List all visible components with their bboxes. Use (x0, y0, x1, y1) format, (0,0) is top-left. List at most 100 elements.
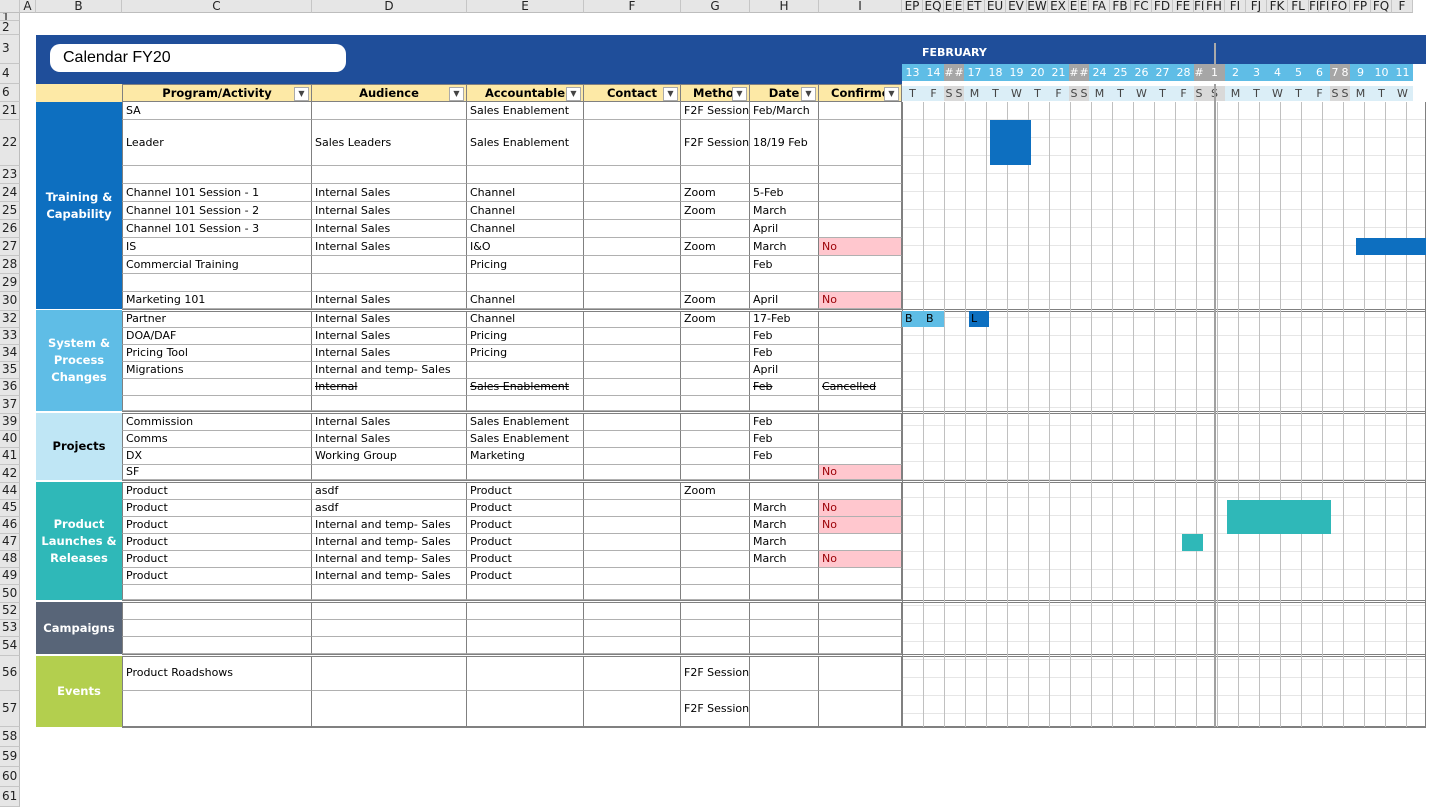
row-header[interactable]: 4 (0, 64, 20, 84)
accountable-cell[interactable]: Channel (467, 220, 584, 238)
audience-cell[interactable]: Internal and temp- Sales (312, 517, 467, 534)
row-header[interactable]: 6 (0, 84, 20, 102)
confirmed-cell[interactable]: No (819, 551, 902, 568)
accountable-cell[interactable]: Product (467, 500, 584, 517)
program-cell[interactable]: Product Roadshows (122, 656, 312, 691)
program-cell[interactable] (122, 637, 312, 654)
method-cell[interactable]: Zoom (681, 311, 750, 328)
confirmed-cell[interactable]: No (819, 465, 902, 480)
date-cell[interactable] (750, 274, 819, 292)
contact-cell[interactable] (584, 656, 681, 691)
accountable-cell[interactable] (467, 656, 584, 691)
contact-cell[interactable] (584, 120, 681, 166)
program-cell[interactable]: Migrations (122, 362, 312, 379)
audience-cell[interactable]: Internal Sales (312, 311, 467, 328)
row-header[interactable]: 52 (0, 603, 20, 620)
column-header[interactable]: B (36, 0, 122, 13)
contact-cell[interactable] (584, 585, 681, 600)
accountable-cell[interactable] (467, 691, 584, 727)
row-header[interactable]: 56 (0, 656, 20, 691)
column-header[interactable]: FI (1225, 0, 1246, 13)
confirmed-cell[interactable] (819, 396, 902, 411)
contact-cell[interactable] (584, 256, 681, 274)
accountable-cell[interactable]: Product (467, 551, 584, 568)
column-header[interactable]: FC (1131, 0, 1152, 13)
audience-cell[interactable]: Sales Leaders (312, 120, 467, 166)
contact-cell[interactable] (584, 603, 681, 620)
confirmed-cell[interactable]: No (819, 292, 902, 309)
contact-cell[interactable] (584, 379, 681, 396)
program-cell[interactable] (122, 691, 312, 727)
method-cell[interactable]: Zoom (681, 483, 750, 500)
column-header[interactable]: F (584, 0, 681, 13)
row-header[interactable]: 27 (0, 238, 20, 256)
audience-cell[interactable] (312, 656, 467, 691)
confirmed-cell[interactable]: No (819, 500, 902, 517)
accountable-cell[interactable]: Channel (467, 311, 584, 328)
method-cell[interactable] (681, 431, 750, 448)
date-cell[interactable]: April (750, 362, 819, 379)
row-header[interactable]: 47 (0, 534, 20, 551)
row-header[interactable]: 41 (0, 448, 20, 465)
program-cell[interactable]: Channel 101 Session - 2 (122, 202, 312, 220)
gantt-bar-product[interactable] (1227, 500, 1331, 534)
confirmed-cell[interactable] (819, 656, 902, 691)
filter-dropdown-icon[interactable]: ▼ (294, 87, 309, 101)
row-header[interactable]: 60 (0, 767, 20, 787)
date-cell[interactable]: April (750, 292, 819, 309)
column-header[interactable]: EX (1048, 0, 1069, 13)
audience-cell[interactable]: Internal and temp- Sales (312, 362, 467, 379)
date-cell[interactable] (750, 166, 819, 184)
column-header[interactable]: EW (1027, 0, 1048, 13)
method-cell[interactable] (681, 465, 750, 480)
program-cell[interactable]: Channel 101 Session - 3 (122, 220, 312, 238)
column-header[interactable]: H (750, 0, 819, 13)
accountable-cell[interactable] (467, 603, 584, 620)
accountable-cell[interactable]: I&O (467, 238, 584, 256)
date-cell[interactable]: March (750, 238, 819, 256)
date-cell[interactable] (750, 603, 819, 620)
column-header[interactable]: FB (1110, 0, 1131, 13)
contact-cell[interactable] (584, 166, 681, 184)
method-cell[interactable] (681, 551, 750, 568)
program-cell[interactable] (122, 274, 312, 292)
contact-cell[interactable] (584, 551, 681, 568)
confirmed-cell[interactable]: No (819, 238, 902, 256)
column-header[interactable]: EV (1006, 0, 1027, 13)
method-cell[interactable] (681, 517, 750, 534)
accountable-cell[interactable] (467, 620, 584, 637)
confirmed-cell[interactable] (819, 220, 902, 238)
column-header[interactable]: I (819, 0, 902, 13)
contact-cell[interactable] (584, 328, 681, 345)
contact-cell[interactable] (584, 500, 681, 517)
date-cell[interactable] (750, 483, 819, 500)
row-header[interactable]: 48 (0, 551, 20, 568)
program-cell[interactable]: Product (122, 483, 312, 500)
row-header[interactable]: 44 (0, 483, 20, 500)
gantt-bar-leader[interactable] (990, 120, 1031, 165)
accountable-cell[interactable]: Sales Enablement (467, 379, 584, 396)
column-header[interactable]: FQ (1371, 0, 1392, 13)
audience-cell[interactable]: Internal Sales (312, 328, 467, 345)
audience-cell[interactable]: Internal Sales (312, 431, 467, 448)
method-cell[interactable] (681, 637, 750, 654)
program-cell[interactable] (122, 379, 312, 396)
row-header[interactable]: 57 (0, 691, 20, 727)
audience-cell[interactable]: Internal Sales (312, 414, 467, 431)
program-cell[interactable]: Product (122, 517, 312, 534)
column-header[interactable]: FP (1350, 0, 1371, 13)
row-header[interactable]: 1 (0, 13, 20, 21)
row-header[interactable]: 53 (0, 620, 20, 637)
accountable-cell[interactable] (467, 362, 584, 379)
confirmed-cell[interactable] (819, 620, 902, 637)
program-cell[interactable]: IS (122, 238, 312, 256)
column-header[interactable]: D (312, 0, 467, 13)
date-cell[interactable]: Feb (750, 379, 819, 396)
date-cell[interactable] (750, 656, 819, 691)
column-header[interactable]: G (681, 0, 750, 13)
column-header[interactable]: ET (964, 0, 985, 13)
audience-cell[interactable]: asdf (312, 500, 467, 517)
program-cell[interactable]: SF (122, 465, 312, 480)
accountable-cell[interactable] (467, 274, 584, 292)
contact-cell[interactable] (584, 102, 681, 120)
